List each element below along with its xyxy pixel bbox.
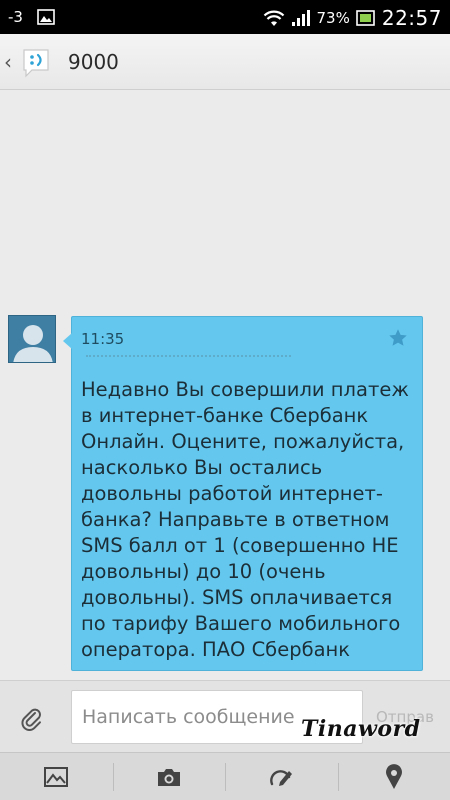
conversation-area[interactable]: 11:35 Недавно Вы совершили платеж в инте… — [0, 91, 450, 680]
avatar[interactable] — [8, 315, 56, 363]
signal-delta-text: -3 — [8, 8, 23, 26]
status-bar: -3 73% 22:57 — [0, 0, 450, 34]
contact-name: 9000 — [68, 49, 119, 74]
gallery-button[interactable] — [0, 753, 113, 800]
default-contact-icon — [9, 316, 55, 362]
action-bar: ‹ 9000 — [0, 34, 450, 90]
camera-button[interactable] — [112, 753, 226, 800]
messaging-app-icon[interactable] — [18, 44, 54, 80]
attach-button[interactable] — [14, 701, 50, 737]
star-icon[interactable] — [387, 327, 409, 349]
message-text: Недавно Вы совершили платеж в интернет-б… — [81, 378, 409, 661]
location-button[interactable] — [337, 753, 450, 800]
wifi-icon — [263, 10, 284, 26]
camera-icon — [157, 768, 180, 786]
cell-signal-icon — [291, 10, 310, 26]
back-chevron-icon[interactable]: ‹ — [4, 50, 16, 74]
status-clock: 22:57 — [381, 6, 442, 30]
sender-redacted — [86, 355, 291, 357]
message-time: 11:35 — [81, 330, 125, 348]
message-bubble[interactable]: 11:35 Недавно Вы совершили платеж в инте… — [63, 316, 423, 671]
gallery-icon — [44, 766, 69, 787]
sketch-button[interactable] — [225, 753, 338, 800]
location-icon — [385, 763, 402, 789]
attachment-toolbar — [0, 752, 450, 800]
watermark: Tinaword — [301, 716, 421, 742]
paperclip-icon — [21, 708, 41, 731]
sketch-icon — [270, 769, 293, 786]
gallery-notification-icon — [37, 9, 55, 25]
battery-icon — [356, 10, 375, 26]
battery-percent: 73% — [316, 9, 350, 27]
